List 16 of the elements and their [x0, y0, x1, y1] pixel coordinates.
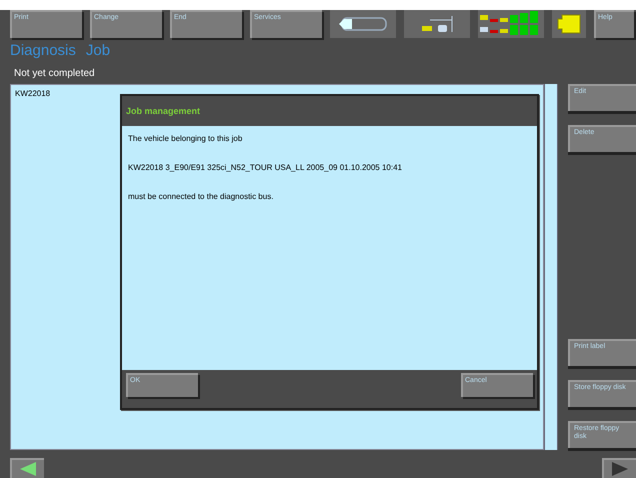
scroll-bar[interactable]: [544, 84, 558, 450]
dialog-text: The vehicle belonging to this job: [128, 134, 244, 143]
right-arrow-icon: [610, 461, 630, 477]
forward-button[interactable]: [602, 458, 636, 478]
section-label: Not yet completed: [13, 67, 96, 81]
dialog-text: KW22018 3_E90/E91 325ci_N52_TOUR USA_LL 2005_09 01.10.2005 10:41: [128, 163, 403, 172]
back-button[interactable]: [10, 458, 44, 478]
page-title: Diagnosis: [10, 42, 76, 58]
left-arrow-icon: [18, 461, 38, 477]
connector-icon: [404, 10, 470, 38]
page-title: Job: [86, 42, 110, 58]
signal-icon: [478, 10, 544, 38]
dialog-text: must be connected to the diagnostic bus.: [128, 192, 274, 201]
plug-icon: [552, 10, 586, 38]
battery-icon: [330, 10, 396, 38]
dialog-title: Job management: [122, 96, 537, 126]
